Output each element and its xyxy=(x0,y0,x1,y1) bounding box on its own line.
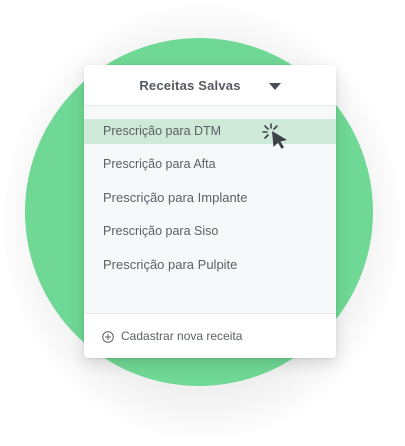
list-item-label: Prescrição para Afta xyxy=(103,157,216,171)
list-item[interactable]: Prescrição para Afta xyxy=(84,152,336,177)
list-item-label: Prescrição para Pulpite xyxy=(103,257,238,272)
list-item[interactable]: Prescrição para DTM xyxy=(84,119,336,149)
click-pointer-icon xyxy=(262,123,287,149)
list-item[interactable]: Prescrição para Pulpite xyxy=(84,252,336,277)
list-item-label: Prescrição para DTM xyxy=(103,124,222,138)
dropdown-title: Receitas Salvas xyxy=(139,78,241,93)
add-recipe-label: Cadastrar nova receita xyxy=(121,329,243,343)
add-circle-icon xyxy=(102,331,114,343)
list-item[interactable]: Prescrição para Siso xyxy=(84,219,336,244)
list-item[interactable]: Prescrição para Implante xyxy=(84,185,336,210)
add-recipe-button[interactable]: Cadastrar nova receita xyxy=(84,313,336,358)
dropdown-header[interactable]: Receitas Salvas xyxy=(84,65,336,106)
caret-down-icon[interactable] xyxy=(269,83,281,90)
list-item-label: Prescrição para Implante xyxy=(103,190,248,205)
list-item-label: Prescrição para Siso xyxy=(103,224,219,238)
saved-recipes-dropdown: Receitas Salvas Prescrição para DTM Pres… xyxy=(84,65,336,358)
